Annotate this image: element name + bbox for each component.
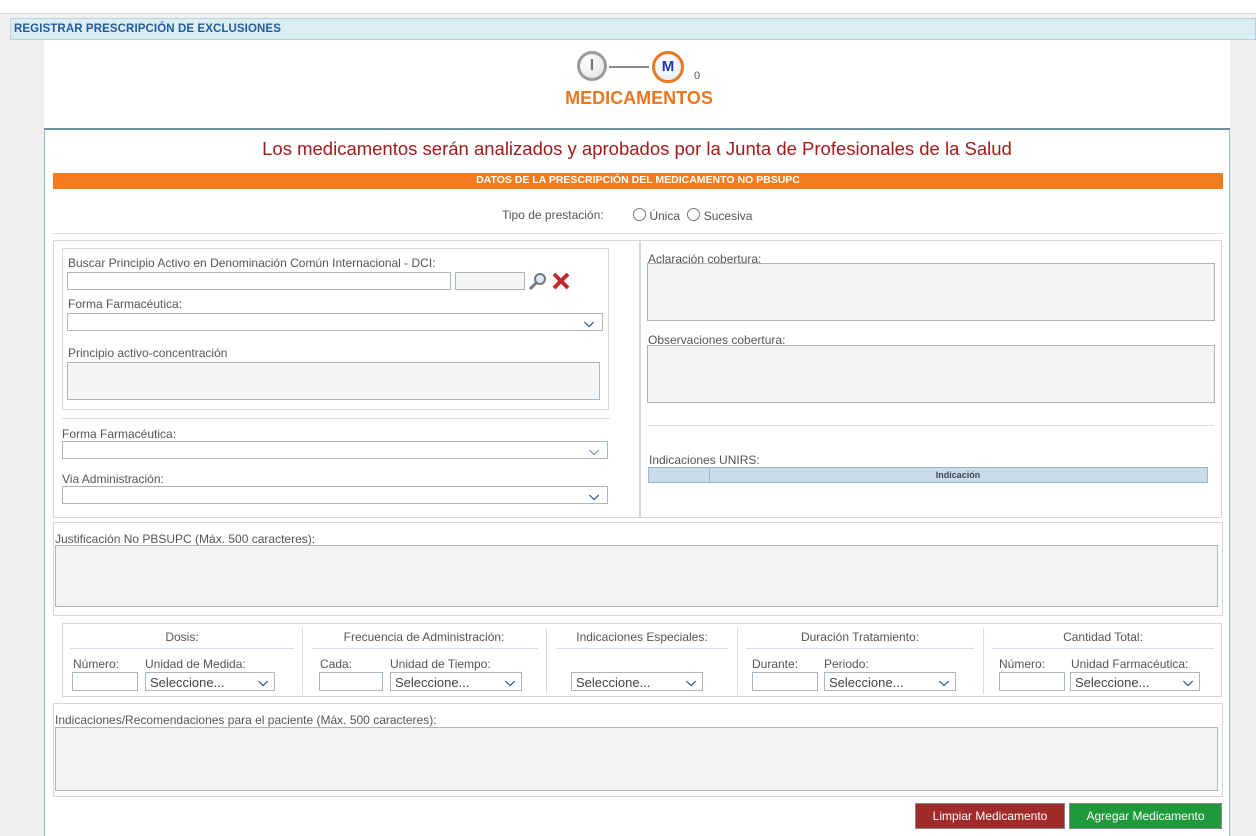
chevron-down-icon: ⌵: [258, 674, 268, 689]
frecuencia-title: Frecuencia de Administración:: [343, 630, 505, 644]
chevron-down-icon: ⌵: [686, 674, 696, 689]
stepper-title: MEDICAMENTOS: [565, 88, 713, 108]
stepper-box: [44, 40, 1230, 130]
duracion-durante-label: Durante:: [752, 657, 799, 671]
radio-unica[interactable]: [633, 208, 646, 221]
recomendaciones-label: Indicaciones/Recomendaciones para el pac…: [55, 713, 437, 727]
dci-label: Buscar Principio Activo en Denominación …: [68, 256, 436, 270]
chevron-down-icon: ⌵: [584, 315, 594, 330]
principio-textarea[interactable]: [67, 362, 600, 400]
forma1-select[interactable]: ⌵: [67, 313, 603, 331]
search-icon[interactable]: [528, 271, 548, 291]
step-m-icon[interactable]: M: [652, 51, 684, 83]
duracion-title: Duración Tratamiento:: [800, 630, 920, 644]
justificacion-textarea[interactable]: [55, 545, 1218, 607]
unirs-table-header: Indicación: [648, 467, 1208, 483]
duracion-durante-input[interactable]: [752, 672, 818, 691]
chevron-down-icon: ⌵: [505, 674, 515, 689]
cantidad-num-input[interactable]: [999, 672, 1065, 691]
observaciones-textarea[interactable]: [647, 345, 1215, 403]
divider: [62, 418, 610, 419]
especiales-select[interactable]: Seleccione... ⌵: [571, 672, 703, 691]
unirs-col-header: Indicación: [935, 470, 981, 480]
frecuencia-unit-label: Unidad de Tiempo:: [390, 657, 491, 671]
section-header: DATOS DE LA PRESCRIPCIÓN DEL MEDICAMENTO…: [53, 173, 1223, 189]
page-header: REGISTRAR PRESCRIPCIÓN DE EXCLUSIONES: [10, 18, 1256, 40]
tipo-label: Tipo de prestación:: [502, 208, 604, 222]
cantidad-unit-label: Unidad Farmacéutica:: [1071, 657, 1189, 671]
dci-code-input[interactable]: [455, 272, 525, 290]
radio-sucesiva[interactable]: [687, 208, 701, 221]
divider: [70, 648, 294, 649]
divider: [992, 648, 1214, 649]
chevron-down-icon: ⌵: [1183, 674, 1193, 689]
cantidad-num-label: Número:: [999, 657, 1046, 671]
chevron-down-icon: ⌵: [589, 488, 599, 503]
recomendaciones-textarea[interactable]: [55, 727, 1218, 791]
forma2-label: Forma Farmacéutica:: [62, 427, 177, 441]
frecuencia-unit-select[interactable]: Seleccione... ⌵: [390, 672, 522, 691]
divider: [556, 648, 728, 649]
dosis-num-input[interactable]: [72, 672, 138, 691]
divider: [53, 233, 1223, 234]
dci-search-input[interactable]: [67, 272, 451, 290]
duracion-periodo-select[interactable]: Seleccione... ⌵: [824, 672, 956, 691]
chevron-down-icon: ⌵: [589, 443, 599, 458]
page-title: REGISTRAR PRESCRIPCIÓN DE EXCLUSIONES: [14, 23, 281, 35]
cantidad-unit-select[interactable]: Seleccione... ⌵: [1070, 672, 1200, 691]
step-connector: [609, 66, 649, 68]
step-i-icon[interactable]: I: [577, 51, 607, 81]
dosis-title: Dosis:: [165, 630, 199, 644]
unirs-label: Indicaciones UNIRS:: [649, 453, 760, 467]
divider: [648, 425, 1214, 426]
step-count: 0: [694, 70, 701, 82]
via-select[interactable]: ⌵: [62, 486, 608, 504]
divider: [312, 648, 538, 649]
radio-sucesiva-label: Sucesiva: [703, 209, 753, 223]
dosis-unit-select[interactable]: Seleccione... ⌵: [145, 672, 275, 691]
forma2-select[interactable]: ⌵: [62, 441, 608, 459]
section-title: DATOS DE LA PRESCRIPCIÓN DEL MEDICAMENTO…: [476, 174, 800, 186]
agregar-button[interactable]: Agregar Medicamento: [1069, 803, 1222, 829]
radio-unica-label: Única: [649, 209, 681, 223]
clear-icon[interactable]: [551, 272, 571, 290]
forma1-label: Forma Farmacéutica:: [68, 297, 183, 311]
frecuencia-cada-input[interactable]: [319, 672, 383, 691]
aclaracion-textarea[interactable]: [647, 263, 1215, 321]
chevron-down-icon: ⌵: [939, 674, 949, 689]
tipo-options: Única Sucesiva: [633, 208, 752, 223]
principio-label: Principio activo-concentración: [68, 346, 228, 360]
dosis-unit-label: Unidad de Medida:: [145, 657, 246, 671]
divider: [746, 648, 974, 649]
dosis-num-label: Número:: [73, 657, 120, 671]
duracion-periodo-label: Periodo:: [824, 657, 869, 671]
notice-text: Los medicamentos serán analizados y apro…: [262, 138, 1012, 159]
especiales-title: Indicaciones Especiales:: [576, 630, 708, 644]
via-label: Via Administración:: [62, 472, 164, 486]
top-bar: [0, 0, 1256, 14]
justificacion-label: Justificación No PBSUPC (Máx. 500 caract…: [55, 532, 316, 546]
limpiar-button[interactable]: Limpiar Medicamento: [915, 803, 1065, 829]
frecuencia-cada-label: Cada:: [320, 657, 353, 671]
cantidad-title: Cantidad Total:: [1063, 630, 1143, 644]
